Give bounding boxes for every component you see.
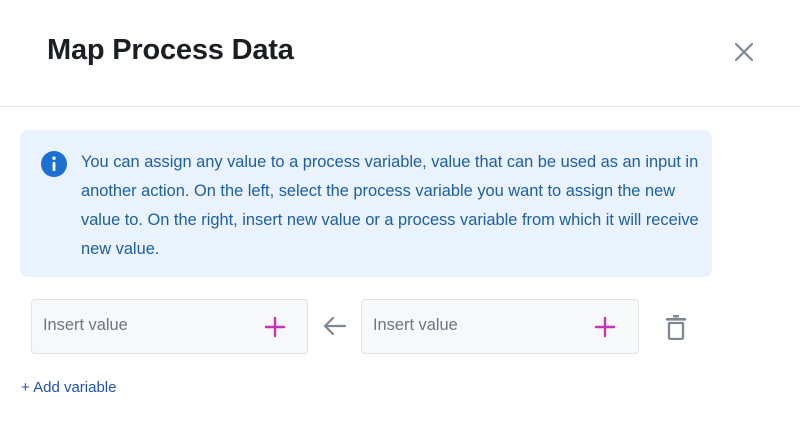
target-variable-placeholder: Insert value (43, 316, 128, 334)
add-variable-link[interactable]: + Add variable (21, 379, 117, 396)
info-box: You can assign any value to a process va… (20, 130, 712, 277)
map-process-data-dialog: Map Process Data You can assign any valu… (0, 0, 800, 438)
close-icon (734, 42, 754, 62)
source-value-placeholder: Insert value (373, 316, 458, 334)
arrow-left-icon (323, 316, 347, 336)
dialog-title: Map Process Data (47, 34, 294, 66)
plus-icon[interactable] (594, 316, 616, 338)
info-icon (41, 151, 67, 177)
close-button[interactable] (730, 38, 758, 66)
source-value-field[interactable]: Insert value (361, 299, 639, 354)
info-text: You can assign any value to a process va… (81, 153, 699, 258)
trash-icon[interactable] (664, 314, 688, 340)
dialog-header: Map Process Data (0, 0, 800, 107)
plus-icon[interactable] (264, 316, 286, 338)
target-variable-field[interactable]: Insert value (31, 299, 308, 354)
